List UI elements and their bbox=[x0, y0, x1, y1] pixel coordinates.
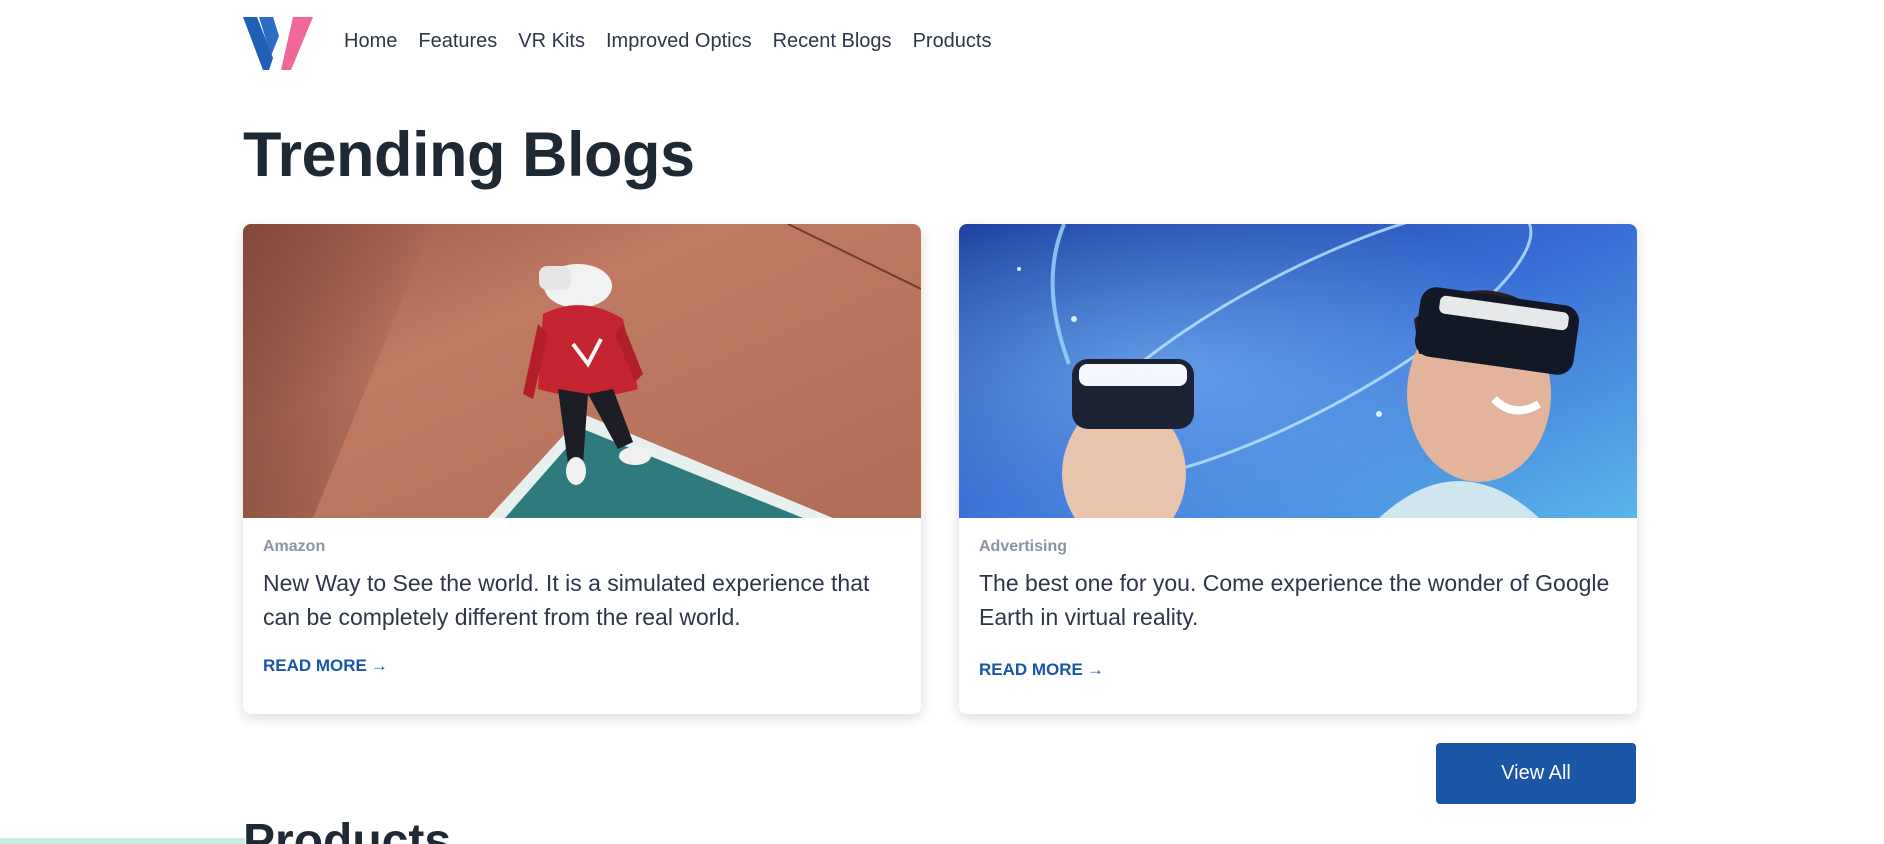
nav-item-home[interactable]: Home bbox=[344, 30, 397, 53]
blog-card-image[interactable] bbox=[243, 224, 921, 518]
blog-card-category[interactable]: Amazon bbox=[263, 538, 901, 556]
page-title: Trending Blogs bbox=[243, 120, 695, 190]
nav-item-products[interactable]: Products bbox=[913, 30, 992, 53]
blog-card-body: Amazon New Way to See the world. It is a… bbox=[243, 518, 921, 676]
read-more-link[interactable]: READ MORE → bbox=[263, 656, 388, 676]
blog-card: Amazon New Way to See the world. It is a… bbox=[243, 224, 921, 714]
blog-card-image[interactable] bbox=[959, 224, 1637, 518]
blog-card-text: New Way to See the world. It is a simula… bbox=[263, 570, 870, 630]
view-all-button[interactable]: View All bbox=[1436, 743, 1636, 804]
nav-item-improved-optics[interactable]: Improved Optics bbox=[606, 30, 752, 53]
nav-menu: Home Features VR Kits Improved Optics Re… bbox=[344, 30, 1013, 53]
blog-card-text: The best one for you. Come experience th… bbox=[979, 570, 1610, 630]
nav-item-features[interactable]: Features bbox=[418, 30, 497, 53]
top-nav: Home Features VR Kits Improved Optics Re… bbox=[243, 0, 1013, 82]
scroll-progress-bar bbox=[0, 838, 245, 844]
read-more-label: READ MORE bbox=[979, 660, 1083, 679]
products-section-title: Products bbox=[243, 815, 452, 844]
read-more-link[interactable]: READ MORE → bbox=[979, 660, 1104, 680]
blog-card-body: Advertising The best one for you. Come e… bbox=[959, 518, 1637, 680]
nav-item-vr-kits[interactable]: VR Kits bbox=[518, 30, 585, 53]
arrow-right-icon: → bbox=[370, 656, 388, 675]
blog-card: Advertising The best one for you. Come e… bbox=[959, 224, 1637, 714]
arrow-right-icon: → bbox=[1086, 660, 1104, 679]
blog-card-category[interactable]: Advertising bbox=[979, 538, 1617, 556]
brand-logo[interactable] bbox=[243, 12, 313, 70]
read-more-label: READ MORE bbox=[263, 656, 367, 675]
nav-item-recent-blogs[interactable]: Recent Blogs bbox=[773, 30, 892, 53]
